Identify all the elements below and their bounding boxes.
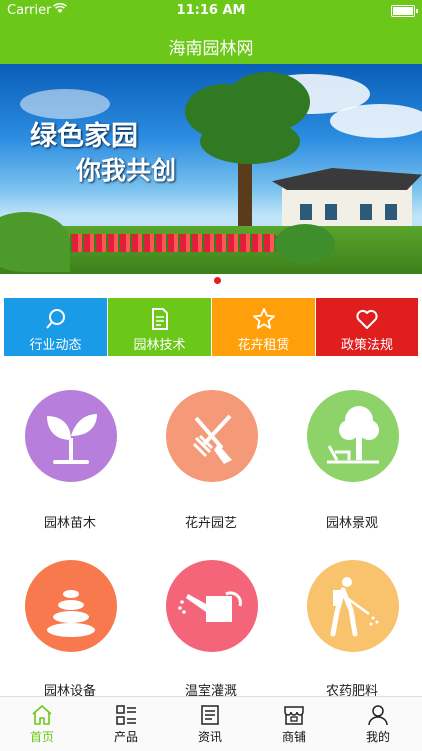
watering-can-icon (166, 560, 258, 652)
category-label: 行业动态 (29, 338, 82, 353)
carousel-dot-active[interactable] (214, 277, 221, 284)
shovel-fork-icon (166, 390, 258, 482)
tab-label: 资讯 (197, 730, 222, 744)
banner-cloud (330, 104, 422, 138)
tab-label: 产品 (113, 730, 138, 744)
tab-label: 首页 (29, 730, 54, 744)
tab-news[interactable]: 资讯 (168, 697, 252, 751)
banner-window (325, 204, 337, 220)
status-bar: Carrier 11:16 AM (0, 0, 422, 22)
banner-bush (275, 224, 335, 264)
page-title: 海南园林网 (168, 39, 254, 59)
banner-slogan-line2: 你我共创 (76, 156, 177, 185)
category-row: 行业动态 园林技术 花卉租赁 政策法规 (4, 298, 418, 356)
tab-stores[interactable]: 商铺 (252, 697, 336, 751)
banner-roof (272, 168, 422, 190)
grid-item-landscape[interactable]: 园林景观 (282, 390, 422, 540)
grid-list-icon (116, 705, 136, 725)
tab-label: 我的 (365, 730, 390, 744)
search-icon (45, 309, 65, 329)
grid-item-pesticide-fertilizer[interactable]: 农药肥料 (282, 560, 422, 699)
tab-profile[interactable]: 我的 (336, 697, 420, 751)
banner-slogan-line1: 绿色家园 (30, 121, 138, 152)
banner-leaf (0, 212, 70, 272)
banner-window (385, 204, 397, 220)
clock: 11:16 AM (176, 3, 246, 18)
star-icon (252, 308, 275, 329)
banner-carousel[interactable]: 绿色家园 你我共创 (0, 64, 422, 274)
heart-icon (356, 309, 378, 329)
grid-item-seedlings[interactable]: 园林苗木 (0, 390, 140, 540)
stones-icon (25, 560, 117, 652)
banner-tree-crown (200, 119, 300, 164)
category-label: 花卉租赁 (237, 338, 290, 353)
tab-bar: 首页 产品 资讯 商铺 我的 (0, 696, 422, 751)
grid-item-greenhouse-irrigation[interactable]: 温室灌溉 (141, 560, 281, 699)
top-bar: Carrier 11:16 AM 海南园林网 (0, 0, 422, 64)
category-policy[interactable]: 政策法规 (316, 298, 418, 356)
grid-item-label: 园林景观 (325, 516, 378, 531)
seedling-icon (25, 390, 117, 482)
grid-item-horticulture[interactable]: 花卉园艺 (141, 390, 281, 540)
category-label: 园林技术 (133, 338, 186, 353)
banner-window (360, 204, 372, 220)
home-icon (32, 705, 52, 725)
battery-icon (391, 5, 418, 17)
banner-flowers (60, 234, 280, 252)
tab-products[interactable]: 产品 (84, 697, 168, 751)
document-icon (151, 308, 168, 330)
category-garden-tech[interactable]: 园林技术 (108, 298, 211, 356)
grid-item-equipment[interactable]: 园林设备 (0, 560, 140, 699)
banner-window (300, 204, 312, 220)
category-label: 政策法规 (340, 338, 393, 353)
tree-bench-icon (307, 390, 399, 482)
news-icon (201, 705, 219, 725)
tab-home[interactable]: 首页 (0, 697, 84, 751)
user-icon (368, 705, 388, 726)
category-industry-news[interactable]: 行业动态 (4, 298, 107, 356)
store-icon (284, 706, 304, 725)
category-flower-rental[interactable]: 花卉租赁 (212, 298, 315, 356)
tab-label: 商铺 (281, 730, 306, 744)
grid-item-label: 园林苗木 (43, 516, 96, 531)
sprayer-icon (307, 560, 399, 652)
carousel-indicator (0, 274, 422, 288)
grid-item-label: 花卉园艺 (184, 516, 237, 531)
